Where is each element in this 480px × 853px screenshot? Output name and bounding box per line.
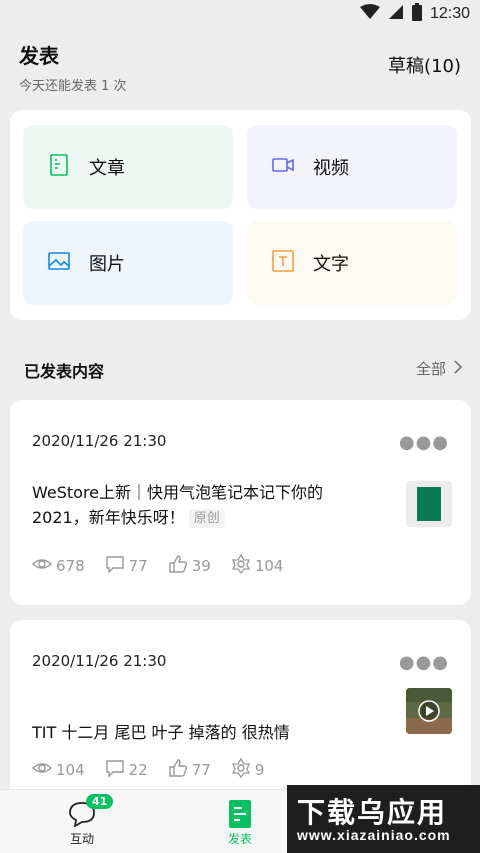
comments-count: 22 [128, 761, 148, 779]
document-icon [47, 153, 71, 182]
tab-interact[interactable]: 41 互动 [52, 794, 114, 847]
comments-stat: 77 [105, 554, 148, 578]
post-card[interactable]: 2020/11/26 21:30 ●●● WeStore上新｜快用气泡笔记本记下… [10, 400, 471, 605]
shares-stat: 9 [231, 757, 265, 782]
post-date: 2020/11/26 21:30 [32, 432, 167, 450]
comments-count: 77 [128, 557, 148, 575]
publish-image-label: 图片 [89, 254, 125, 275]
post-title-text: WeStore上新｜快用气泡笔记本记下你的2021，新年快乐呀！ [32, 483, 324, 527]
views-stat: 104 [31, 758, 85, 782]
likes-count: 77 [191, 761, 211, 779]
notification-badge: 41 [86, 794, 114, 809]
original-badge: 原创 [188, 509, 225, 528]
signal-icon [388, 4, 404, 24]
post-title: TIT 十二月 尾巴 叶子 掉落的 很热情 [32, 723, 290, 742]
image-icon [47, 249, 71, 278]
more-options-icon[interactable]: ●●● [399, 432, 449, 453]
watermark-url-text: www.xiazainiao.com [297, 827, 451, 843]
publish-text-button[interactable]: 文字 [247, 221, 457, 305]
publish-icon [229, 799, 251, 831]
post-stats: 678 77 39 104 [31, 553, 284, 578]
post-date: 2020/11/26 21:30 [32, 652, 167, 670]
comment-icon [105, 554, 125, 578]
tab-publish-label: 发表 [227, 832, 252, 846]
post-stats: 104 22 77 9 [31, 757, 265, 782]
likes-count: 39 [191, 557, 211, 575]
publish-article-button[interactable]: 文章 [23, 125, 233, 209]
thumbs-up-icon [168, 758, 188, 782]
publish-image-button[interactable]: 图片 [23, 221, 233, 305]
view-all-link[interactable]: 全部 [415, 358, 463, 379]
published-section-header: 已发表内容 全部 [24, 358, 463, 382]
flower-icon [231, 553, 251, 578]
wifi-icon [359, 4, 380, 24]
publish-options-card: 文章 视频 图片 文字 [10, 110, 471, 320]
thumbs-up-icon [168, 554, 188, 578]
eye-icon [31, 758, 53, 782]
likes-stat: 77 [168, 758, 211, 782]
views-count: 678 [56, 557, 85, 575]
drafts-button[interactable]: 草稿(10) [388, 52, 461, 78]
views-stat: 678 [31, 554, 85, 578]
published-section-title: 已发表内容 [24, 362, 105, 381]
comment-icon [105, 758, 125, 782]
comments-stat: 22 [105, 758, 148, 782]
clock: 12:30 [429, 5, 470, 22]
flower-icon [231, 757, 251, 782]
more-options-icon[interactable]: ●●● [399, 652, 449, 673]
views-count: 104 [56, 761, 85, 779]
publish-video-label: 视频 [313, 158, 349, 179]
text-icon [271, 249, 295, 278]
chevron-right-icon [454, 359, 463, 378]
page-header: 发表 今天还能发表 1 次 草稿(10) [19, 40, 461, 94]
video-thumbnail [406, 688, 452, 734]
publish-article-label: 文章 [89, 158, 125, 179]
battery-icon [411, 3, 422, 25]
post-title: WeStore上新｜快用气泡笔记本记下你的2021，新年快乐呀！ 原创 [32, 480, 372, 530]
publish-video-button[interactable]: 视频 [247, 125, 457, 209]
eye-icon [31, 554, 53, 578]
post-thumbnail [406, 481, 452, 527]
shares-count: 9 [254, 761, 265, 779]
watermark-main-text: 下载乌应用 [297, 796, 448, 829]
publish-text-label: 文字 [313, 254, 349, 275]
view-all-label: 全部 [415, 360, 446, 378]
tab-interact-label: 互动 [69, 832, 94, 846]
watermark-logo: 下载乌应用 www.xiazainiao.com [287, 785, 480, 853]
shares-count: 104 [254, 557, 284, 575]
status-bar: 12:30 [0, 0, 480, 28]
video-icon [271, 153, 295, 182]
shares-stat: 104 [231, 553, 284, 578]
tab-publish[interactable]: 发表 [210, 799, 270, 847]
likes-stat: 39 [168, 554, 211, 578]
